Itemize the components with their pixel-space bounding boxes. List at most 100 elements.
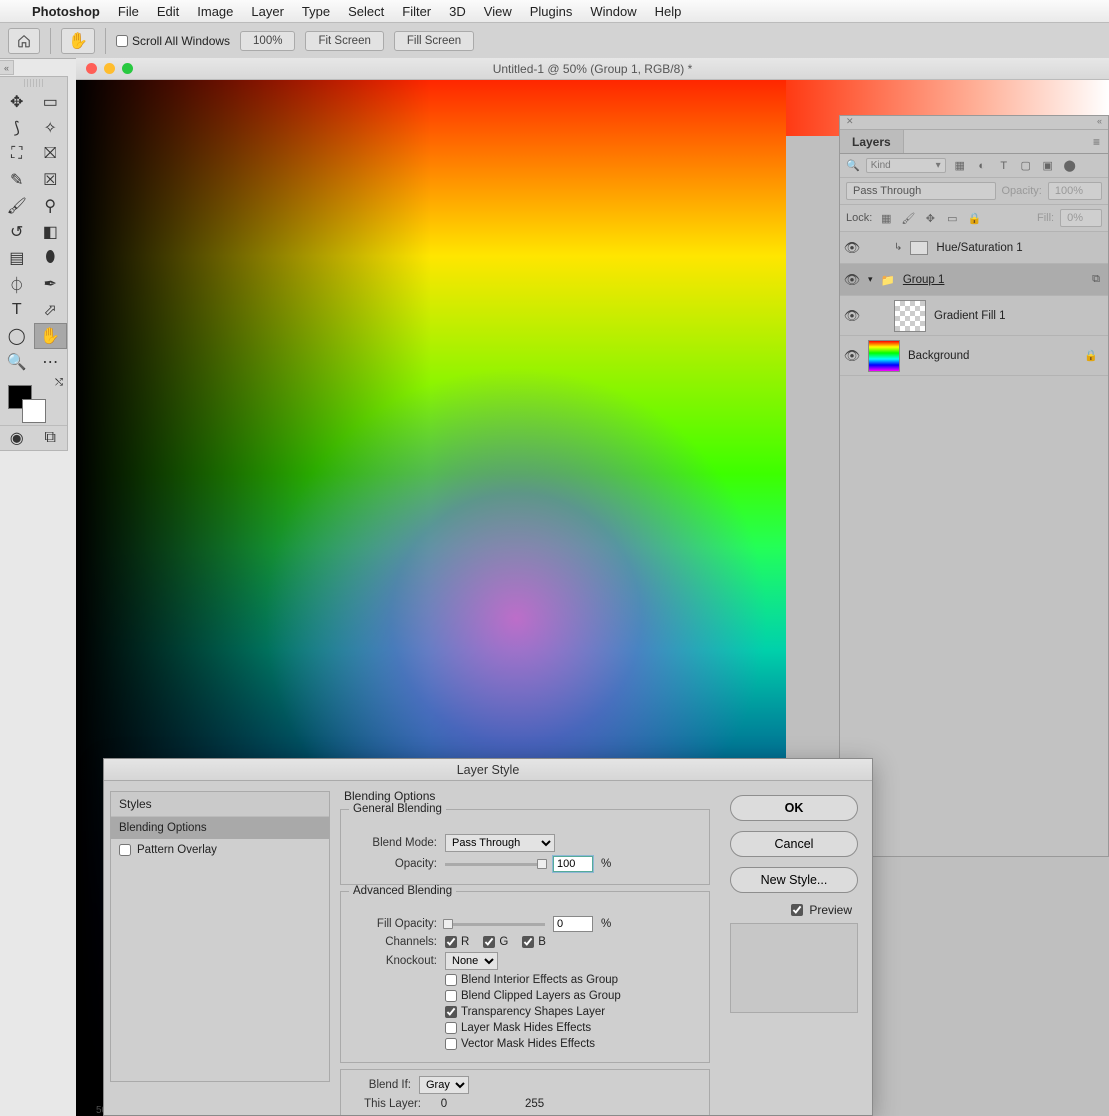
shape-tool[interactable]: ◯ [0, 323, 34, 349]
style-row-blending-options[interactable]: Blending Options [111, 817, 329, 839]
type-tool[interactable]: T [0, 297, 34, 323]
window-close-icon[interactable] [86, 63, 97, 74]
tool-indicator-hand[interactable]: ✋ [61, 28, 95, 54]
menu-help[interactable]: Help [655, 4, 682, 19]
link-style-icon[interactable]: ⧉ [1092, 273, 1100, 286]
panel-close-icon[interactable]: ✕ [846, 116, 854, 129]
fill-opacity-slider[interactable] [445, 923, 545, 926]
new-style-button[interactable]: New Style... [730, 867, 858, 893]
home-button[interactable] [8, 28, 40, 54]
screen-mode-tool[interactable]: ⧉ [34, 426, 68, 450]
blend-clipped-checkbox[interactable]: Blend Clipped Layers as Group [445, 990, 621, 1002]
channel-r-checkbox[interactable]: R [445, 936, 469, 948]
swap-colors-icon[interactable]: ⤭ [55, 377, 63, 388]
blur-tool[interactable]: ⬮ [34, 245, 68, 271]
frame-tool[interactable]: ⛝ [34, 141, 68, 167]
channel-b-checkbox[interactable]: B [522, 936, 546, 948]
dialog-title[interactable]: Layer Style [104, 759, 872, 781]
scroll-all-windows-input[interactable] [116, 35, 128, 47]
tools-grip[interactable] [24, 79, 43, 87]
channel-g-checkbox[interactable]: G [483, 936, 508, 948]
move-tool[interactable]: ✥ [0, 89, 34, 115]
lasso-tool[interactable]: ⟆ [0, 115, 34, 141]
menu-file[interactable]: File [118, 4, 139, 19]
opacity-value[interactable]: 100% [1048, 182, 1102, 200]
hand-tool[interactable]: ✋ [34, 323, 68, 349]
scroll-all-windows-checkbox[interactable]: Scroll All Windows [116, 34, 230, 48]
layer-name[interactable]: Background [908, 350, 969, 362]
app-menu[interactable]: Photoshop [32, 4, 100, 19]
opacity-input[interactable] [553, 856, 593, 872]
preview-checkbox[interactable] [791, 904, 803, 916]
layer-mask-hides-checkbox[interactable]: Layer Mask Hides Effects [445, 1022, 591, 1034]
tools-collapse-handle[interactable]: « [0, 60, 14, 75]
filter-type-icon[interactable]: T [996, 160, 1012, 172]
path-select-tool[interactable]: ⬀ [34, 297, 68, 323]
layer-filter-kind[interactable]: Kind▾ [866, 158, 946, 173]
menu-layer[interactable]: Layer [251, 4, 284, 19]
lock-position-icon[interactable]: ✥ [922, 212, 938, 225]
crop-tool[interactable]: ⛶ [0, 141, 34, 167]
filter-shape-icon[interactable]: ▢ [1018, 159, 1034, 172]
filter-toggle-icon[interactable]: ⬤ [1062, 159, 1078, 172]
layer-name[interactable]: Hue/Saturation 1 [936, 242, 1022, 254]
layers-tab[interactable]: Layers [840, 130, 904, 153]
eyedropper-tool[interactable]: ✎ [0, 167, 34, 193]
dodge-tool[interactable]: ⏀ [0, 271, 34, 297]
lock-all-icon[interactable]: 🔒 [966, 212, 982, 225]
menu-type[interactable]: Type [302, 4, 330, 19]
menu-3d[interactable]: 3D [449, 4, 466, 19]
gradient-tool[interactable]: ▤ [0, 245, 34, 271]
layer-name[interactable]: Gradient Fill 1 [934, 310, 1006, 322]
quick-select-tool[interactable]: ✧ [34, 115, 68, 141]
blend-mode-select[interactable]: Pass Through [445, 834, 555, 852]
menu-filter[interactable]: Filter [402, 4, 431, 19]
transparency-shapes-checkbox[interactable]: Transparency Shapes Layer [445, 1006, 605, 1018]
menu-select[interactable]: Select [348, 4, 384, 19]
layer-name[interactable]: Group 1 [903, 274, 945, 286]
visibility-toggle-icon[interactable]: 👁 [840, 240, 864, 256]
quick-mask-tool[interactable]: ◉ [0, 426, 34, 450]
visibility-toggle-icon[interactable]: 👁 [840, 348, 864, 364]
fill-value[interactable]: 0% [1060, 209, 1102, 227]
layer-item-gradient-fill[interactable]: 👁 Gradient Fill 1 [840, 296, 1108, 336]
fill-opacity-input[interactable] [553, 916, 593, 932]
panel-menu-icon[interactable]: ≡ [1085, 130, 1108, 153]
filter-pixel-icon[interactable]: ▦ [952, 159, 968, 172]
zoom-100-button[interactable]: 100% [240, 31, 295, 51]
cancel-button[interactable]: Cancel [730, 831, 858, 857]
opacity-slider[interactable] [445, 863, 545, 866]
stamp-tool[interactable]: ⚲ [34, 193, 68, 219]
history-brush-tool[interactable]: ↺ [0, 219, 34, 245]
lock-transparency-icon[interactable]: ▦ [878, 212, 894, 225]
knockout-select[interactable]: None [445, 952, 498, 970]
window-minimize-icon[interactable] [104, 63, 115, 74]
ok-button[interactable]: OK [730, 795, 858, 821]
layer-item-group1[interactable]: 👁 ▾ 📁 Group 1 ⧉ [840, 264, 1108, 296]
panel-collapse-icon[interactable]: « [1097, 116, 1102, 129]
filter-adjust-icon[interactable]: ◐ [974, 160, 990, 172]
background-color[interactable] [22, 399, 46, 423]
zoom-tool[interactable]: 🔍 [0, 349, 34, 375]
blend-interior-checkbox[interactable]: Blend Interior Effects as Group [445, 974, 618, 986]
lock-paint-icon[interactable]: 🖌 [900, 212, 916, 225]
visibility-toggle-icon[interactable]: 👁 [840, 272, 864, 288]
healing-tool[interactable]: ☒ [34, 167, 68, 193]
more-tools[interactable]: ⋯ [34, 349, 68, 375]
visibility-toggle-icon[interactable]: 👁 [840, 308, 864, 324]
document-titlebar[interactable]: Untitled-1 @ 50% (Group 1, RGB/8) * [76, 58, 1109, 80]
menu-window[interactable]: Window [590, 4, 636, 19]
menu-view[interactable]: View [484, 4, 512, 19]
eraser-tool[interactable]: ◧ [34, 219, 68, 245]
blend-if-select[interactable]: Gray [419, 1076, 469, 1094]
disclosure-icon[interactable]: ▾ [868, 274, 873, 285]
fill-screen-button[interactable]: Fill Screen [394, 31, 474, 51]
fit-screen-button[interactable]: Fit Screen [305, 31, 383, 51]
menu-image[interactable]: Image [197, 4, 233, 19]
pen-tool[interactable]: ✒ [34, 271, 68, 297]
pattern-overlay-checkbox[interactable] [119, 844, 131, 856]
layer-item-background[interactable]: 👁 Background 🔒 [840, 336, 1108, 376]
menu-edit[interactable]: Edit [157, 4, 179, 19]
window-zoom-icon[interactable] [122, 63, 133, 74]
blend-mode-select[interactable]: Pass Through [846, 182, 996, 200]
